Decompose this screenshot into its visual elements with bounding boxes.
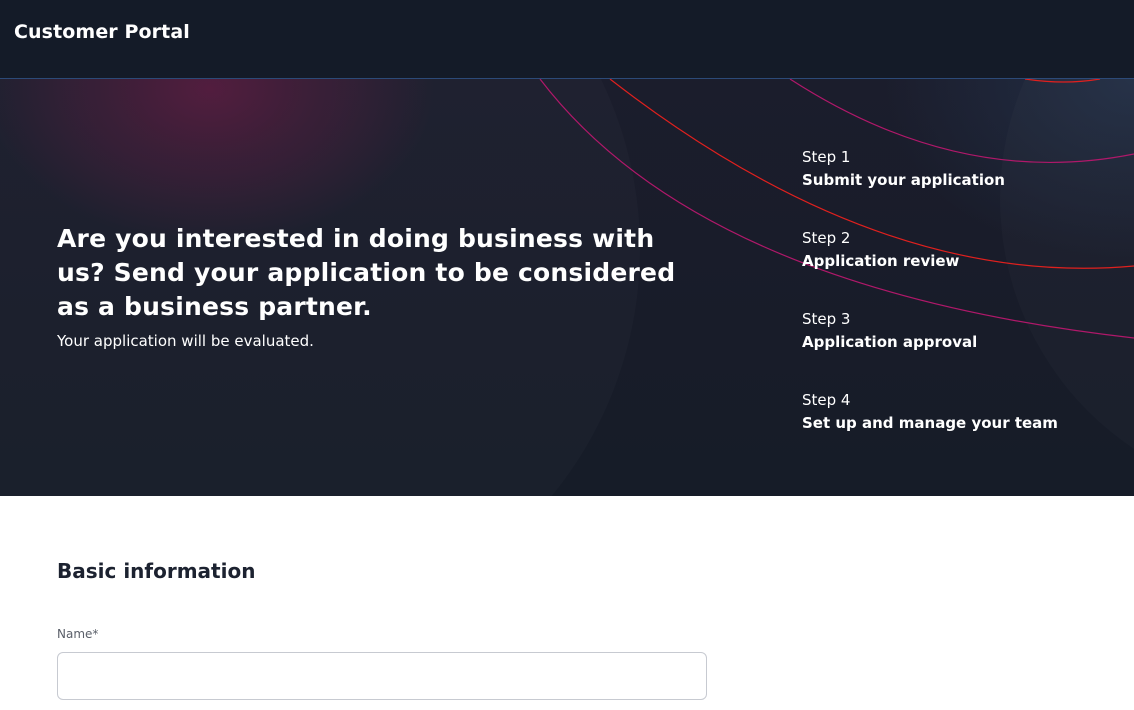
hero-subtitle: Your application will be evaluated. (57, 332, 314, 350)
step-number: Step 3 (802, 310, 851, 328)
step-title: Submit your application (802, 171, 1005, 189)
step-3: Step 3 Application approval (802, 309, 1058, 389)
step-title: Application approval (802, 333, 978, 351)
step-number: Step 4 (802, 391, 851, 409)
step-number: Step 1 (802, 148, 851, 166)
hero-headline: Are you interested in doing business wit… (57, 224, 676, 321)
step-4: Step 4 Set up and manage your team (802, 390, 1058, 470)
step-title: Application review (802, 252, 960, 270)
top-bar: Customer Portal (0, 0, 1134, 79)
application-form: Basic information Name* (0, 496, 1134, 710)
name-input[interactable] (57, 652, 707, 700)
name-field-label: Name* (57, 627, 99, 641)
section-title: Basic information (57, 559, 256, 583)
step-title: Set up and manage your team (802, 414, 1058, 432)
step-2: Step 2 Application review (802, 228, 1058, 308)
application-steps: Step 1 Submit your application Step 2 Ap… (802, 146, 1058, 470)
hero-banner: Are you interested in doing business wit… (0, 79, 1134, 496)
step-number: Step 2 (802, 229, 851, 247)
app-title[interactable]: Customer Portal (14, 21, 190, 43)
step-1: Step 1 Submit your application (802, 147, 1058, 227)
